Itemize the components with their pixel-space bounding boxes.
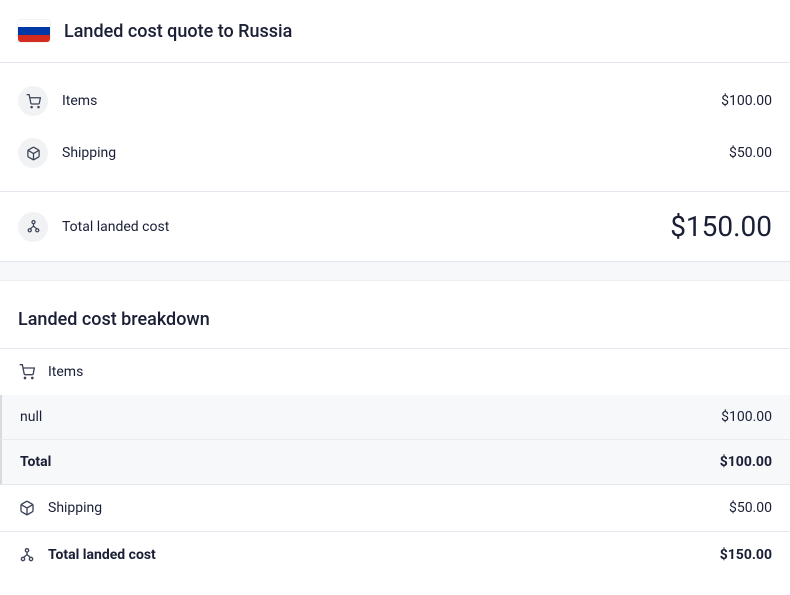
breakdown-items-header: Items — [0, 348, 790, 395]
breakdown-item-line: null $100.00 — [0, 395, 790, 439]
breakdown-total-label: Total landed cost — [48, 547, 708, 563]
breakdown-total-row: Total landed cost $150.00 — [0, 531, 790, 578]
total-section: Total landed cost $150.00 — [0, 192, 790, 261]
breakdown-shipping-row: Shipping $50.00 — [0, 484, 790, 531]
page-title: Landed cost quote to Russia — [64, 21, 292, 42]
breakdown-items-total: Total $100.00 — [0, 439, 790, 484]
summary-section: Items $100.00 Shipping $50.00 — [0, 63, 790, 191]
breakdown-items-label: Items — [48, 364, 772, 380]
summary-shipping-value: $50.00 — [729, 145, 772, 161]
hierarchy-icon — [18, 546, 36, 564]
summary-items-label: Items — [62, 93, 707, 109]
summary-shipping-label: Shipping — [62, 145, 715, 161]
package-icon — [18, 138, 48, 168]
flag-russia — [18, 20, 50, 42]
cart-icon — [18, 363, 36, 381]
breakdown-shipping-value: $50.00 — [729, 500, 772, 516]
breakdown-header: Landed cost breakdown — [0, 281, 790, 348]
breakdown-items-total-label: Total — [20, 454, 708, 470]
page-header: Landed cost quote to Russia — [0, 0, 790, 62]
summary-items-value: $100.00 — [721, 93, 772, 109]
breakdown-item-line-value: $100.00 — [721, 409, 772, 425]
cart-icon — [18, 86, 48, 116]
section-gap — [0, 261, 790, 281]
summary-items-row: Items $100.00 — [0, 75, 790, 127]
breakdown-item-line-label: null — [20, 409, 709, 425]
hierarchy-icon — [18, 212, 48, 242]
breakdown-items-total-value: $100.00 — [720, 454, 772, 470]
breakdown-total-value: $150.00 — [720, 547, 772, 563]
total-label: Total landed cost — [62, 219, 656, 235]
breakdown-shipping-label: Shipping — [48, 500, 717, 516]
summary-shipping-row: Shipping $50.00 — [0, 127, 790, 179]
breakdown-title: Landed cost breakdown — [18, 309, 772, 330]
package-icon — [18, 499, 36, 517]
total-value: $150.00 — [670, 210, 772, 243]
